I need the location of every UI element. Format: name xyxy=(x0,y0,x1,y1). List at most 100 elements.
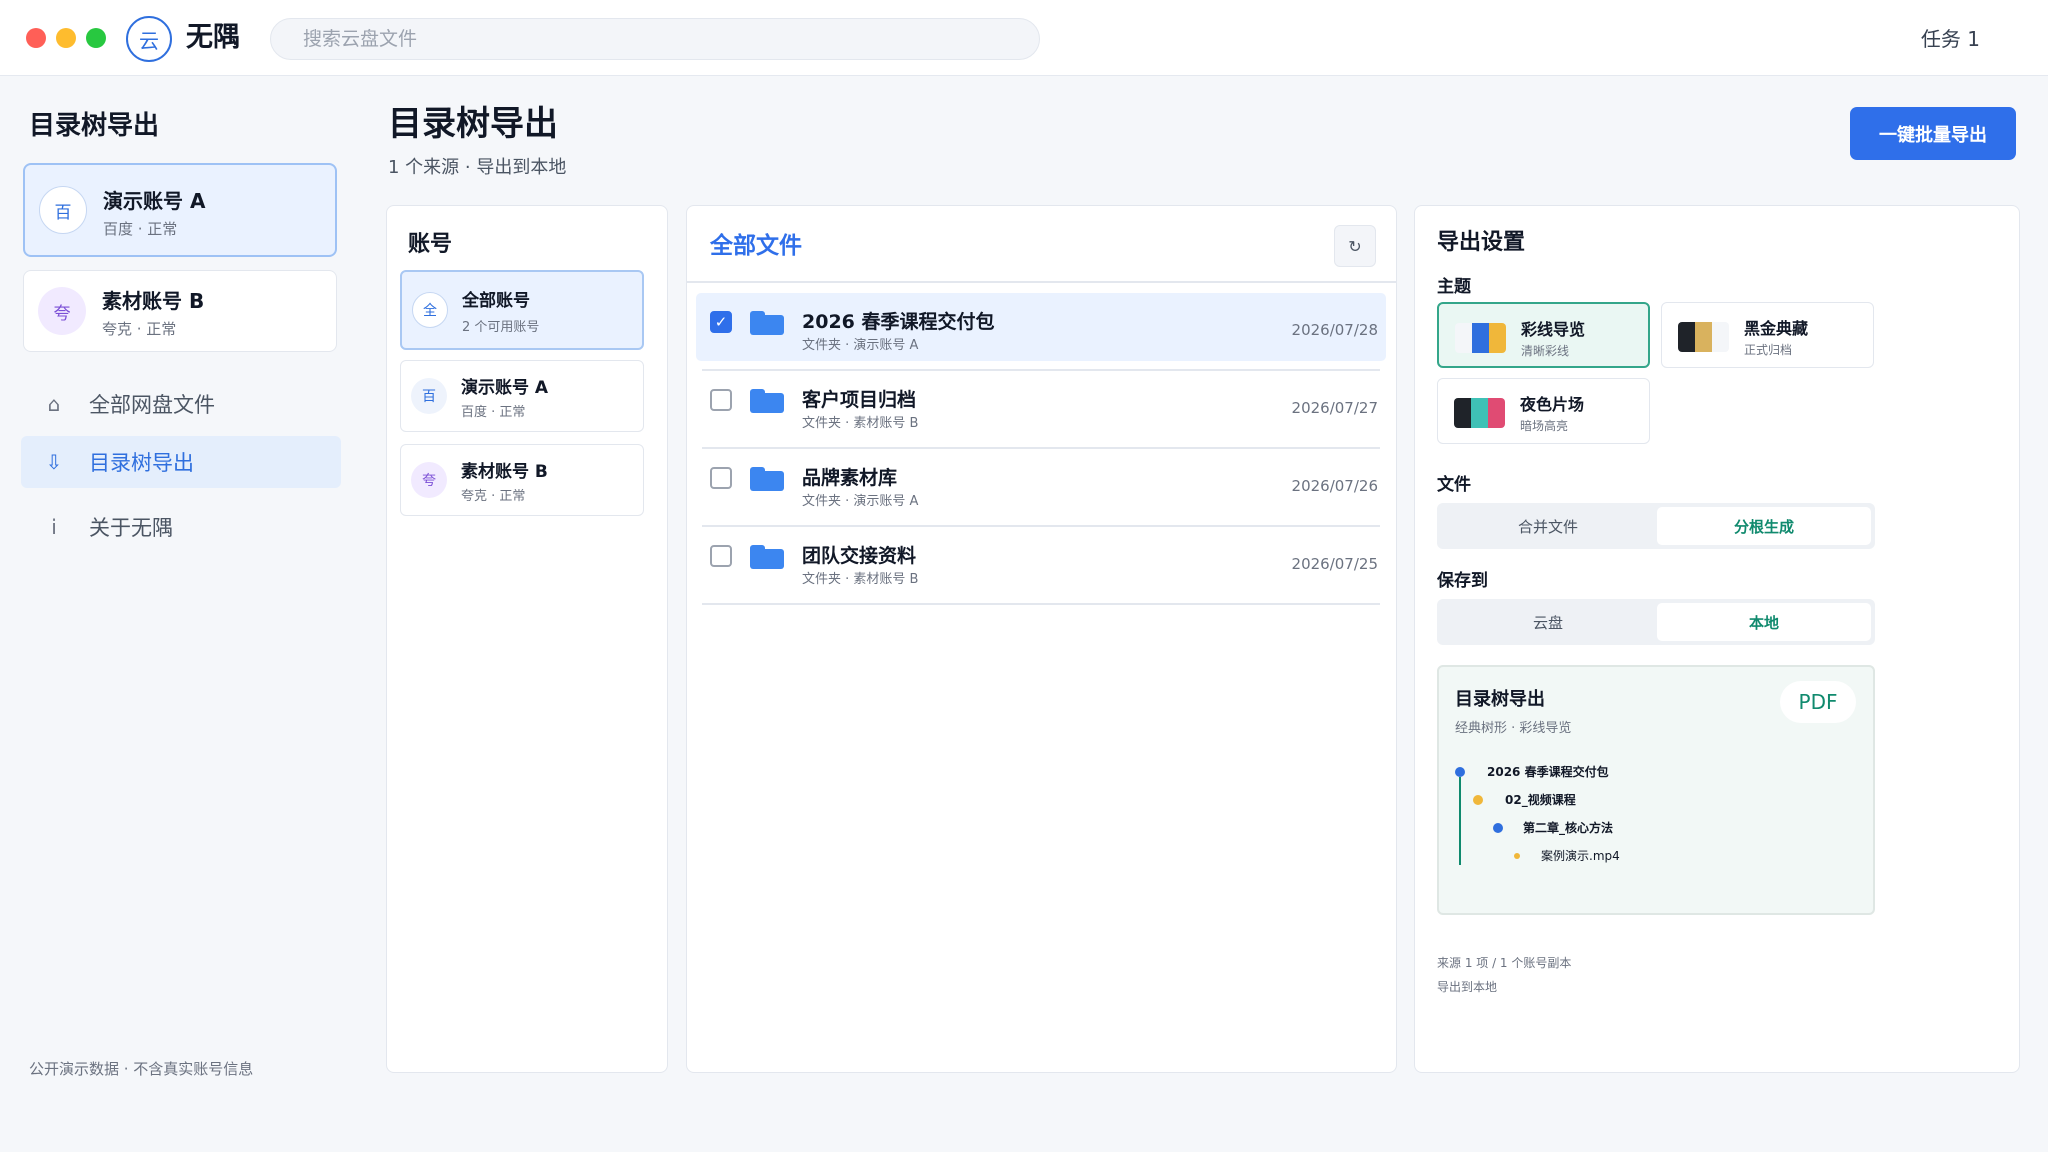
filter-account-b[interactable]: 夸 素材账号 B 夸克 · 正常 xyxy=(400,444,644,516)
theme-meta: 正式归档 xyxy=(1744,343,1793,357)
file-meta: 文件夹 · 素材账号 B xyxy=(802,416,919,431)
theme-option-night[interactable]: 夜色片场 暗场高亮 xyxy=(1437,378,1650,444)
nav-label: 关于无隅 xyxy=(89,516,173,540)
file-date: 2026/07/27 xyxy=(1291,399,1378,417)
sidebar-account-b[interactable]: 夸 素材账号 B 夸克 · 正常 xyxy=(23,270,337,352)
window-minimize-button[interactable] xyxy=(56,28,76,48)
file-date: 2026/07/26 xyxy=(1291,477,1378,495)
tree-node: 2026 春季课程交付包 xyxy=(1487,765,1609,779)
file-mode-merge[interactable]: 合并文件 xyxy=(1441,507,1655,545)
page-title: 目录树导出 xyxy=(388,104,558,144)
window-maximize-button[interactable] xyxy=(86,28,106,48)
folder-icon xyxy=(750,467,784,491)
filter-meta: 百度 · 正常 xyxy=(461,405,526,420)
nav-label: 目录树导出 xyxy=(89,451,194,475)
theme-meta: 清晰彩线 xyxy=(1521,344,1570,358)
tree-node-dot xyxy=(1473,795,1483,805)
file-mode-label: 文件 xyxy=(1437,475,1471,495)
baidu-avatar: 百 xyxy=(39,186,87,234)
file-mode-split[interactable]: 分根生成 xyxy=(1657,507,1871,545)
file-checkbox[interactable] xyxy=(710,545,732,567)
accounts-panel-title: 账号 xyxy=(408,232,453,257)
refresh-button[interactable]: ↻ xyxy=(1334,225,1376,267)
nav-tree-export[interactable]: ⇩ 目录树导出 xyxy=(21,436,341,488)
nav-all-files[interactable]: ⌂ 全部网盘文件 xyxy=(21,378,341,430)
page-subtitle: 1 个来源 · 导出到本地 xyxy=(388,157,567,178)
files-panel-title: 全部文件 xyxy=(710,233,802,259)
filter-meta: 2 个可用账号 xyxy=(462,320,540,335)
accounts-panel: 账号 全 全部账号 2 个可用账号 百 演示账号 A 百度 · 正常 夸 素材账… xyxy=(386,205,668,1073)
account-meta: 夸克 · 正常 xyxy=(102,320,177,338)
file-meta: 文件夹 · 素材账号 B xyxy=(802,572,919,587)
summary-destination: 导出到本地 xyxy=(1437,980,1498,994)
batch-export-button[interactable]: 一键批量导出 xyxy=(1850,107,2016,160)
sidebar: 目录树导出 百 演示账号 A 百度 · 正常 夸 素材账号 B 夸克 · 正常 … xyxy=(0,77,360,1152)
file-name: 团队交接资料 xyxy=(802,545,917,567)
search-box[interactable] xyxy=(270,18,1040,60)
theme-label: 主题 xyxy=(1437,277,1471,297)
file-name: 客户项目归档 xyxy=(802,389,917,411)
tree-node-dot xyxy=(1514,853,1520,859)
files-panel: 全部文件 ↻ ✓ 2026 春季课程交付包 文件夹 · 演示账号 A 2026/… xyxy=(686,205,1397,1073)
download-icon: ⇩ xyxy=(45,450,63,474)
file-meta: 文件夹 · 演示账号 A xyxy=(802,494,919,509)
file-row[interactable]: ✓ 2026 春季课程交付包 文件夹 · 演示账号 A 2026/07/28 xyxy=(696,293,1386,371)
sidebar-account-a[interactable]: 百 演示账号 A 百度 · 正常 xyxy=(23,163,337,257)
task-counter[interactable]: 任务 1 xyxy=(1921,26,1980,52)
tree-node: 案例演示.mp4 xyxy=(1541,849,1620,863)
file-checkbox[interactable] xyxy=(710,467,732,489)
file-checkbox[interactable] xyxy=(710,389,732,411)
theme-name: 夜色片场 xyxy=(1520,395,1585,414)
filter-name: 素材账号 B xyxy=(461,462,548,482)
theme-option-black-gold[interactable]: 黑金典藏 正式归档 xyxy=(1661,302,1874,368)
filter-name: 演示账号 A xyxy=(461,378,549,398)
quark-avatar: 夸 xyxy=(38,287,86,335)
filter-account-a[interactable]: 百 演示账号 A 百度 · 正常 xyxy=(400,360,644,432)
tree-node: 02_视频课程 xyxy=(1505,793,1576,807)
filter-all-accounts[interactable]: 全 全部账号 2 个可用账号 xyxy=(400,270,644,350)
folder-icon xyxy=(750,545,784,569)
nav-about[interactable]: i 关于无隅 xyxy=(21,501,341,553)
file-mode-toggle: 合并文件 分根生成 xyxy=(1437,503,1875,549)
preview-subtitle: 经典树形 · 彩线导览 xyxy=(1455,721,1572,736)
folder-icon xyxy=(750,389,784,413)
all-avatar: 全 xyxy=(412,292,448,328)
account-name: 演示账号 A xyxy=(103,189,206,213)
top-bar: 云 无隅 任务 1 xyxy=(0,0,2048,76)
save-to-local[interactable]: 本地 xyxy=(1657,603,1871,641)
file-date: 2026/07/28 xyxy=(1291,321,1378,339)
export-preview: 目录树导出 经典树形 · 彩线导览 PDF 2026 春季课程交付包 02_视频… xyxy=(1437,665,1875,915)
pdf-format-badge: PDF xyxy=(1780,681,1856,723)
save-to-toggle: 云盘 本地 xyxy=(1437,599,1875,645)
theme-name: 黑金典藏 xyxy=(1744,319,1809,338)
summary-source: 来源 1 项 / 1 个账号副本 xyxy=(1437,956,1572,970)
divider xyxy=(687,281,1397,283)
nav-label: 全部网盘文件 xyxy=(89,393,215,417)
tree-node-dot xyxy=(1493,823,1503,833)
theme-option-color-line[interactable]: 彩线导览 清晰彩线 xyxy=(1437,302,1650,368)
file-checkbox[interactable]: ✓ xyxy=(710,311,732,333)
save-to-label: 保存到 xyxy=(1437,571,1488,591)
refresh-icon: ↻ xyxy=(1348,236,1362,256)
settings-title: 导出设置 xyxy=(1437,230,1526,255)
file-row[interactable]: 客户项目归档 文件夹 · 素材账号 B 2026/07/27 xyxy=(696,371,1386,449)
filter-name: 全部账号 xyxy=(462,291,530,311)
app-name: 无隅 xyxy=(186,22,240,53)
window-close-button[interactable] xyxy=(26,28,46,48)
folder-icon xyxy=(750,311,784,335)
theme-meta: 暗场高亮 xyxy=(1520,419,1569,433)
baidu-avatar: 百 xyxy=(411,378,447,414)
preview-title: 目录树导出 xyxy=(1455,689,1545,710)
search-input[interactable] xyxy=(271,19,1039,59)
cloud-logo-icon: 云 xyxy=(126,16,172,62)
sidebar-footer: 公开演示数据 · 不含真实账号信息 xyxy=(29,1060,254,1078)
tree-node-dot xyxy=(1455,767,1465,777)
export-settings-panel: 导出设置 主题 彩线导览 清晰彩线 黑金典藏 正式归档 夜色片场 暗场高亮 文件… xyxy=(1414,205,2020,1073)
tree-node: 第二章_核心方法 xyxy=(1523,821,1614,835)
quark-avatar: 夸 xyxy=(411,462,447,498)
file-row[interactable]: 团队交接资料 文件夹 · 素材账号 B 2026/07/25 xyxy=(696,527,1386,605)
file-row[interactable]: 品牌素材库 文件夹 · 演示账号 A 2026/07/26 xyxy=(696,449,1386,527)
save-to-cloud[interactable]: 云盘 xyxy=(1441,603,1655,641)
theme-swatch xyxy=(1454,398,1505,428)
file-meta: 文件夹 · 演示账号 A xyxy=(802,338,919,353)
